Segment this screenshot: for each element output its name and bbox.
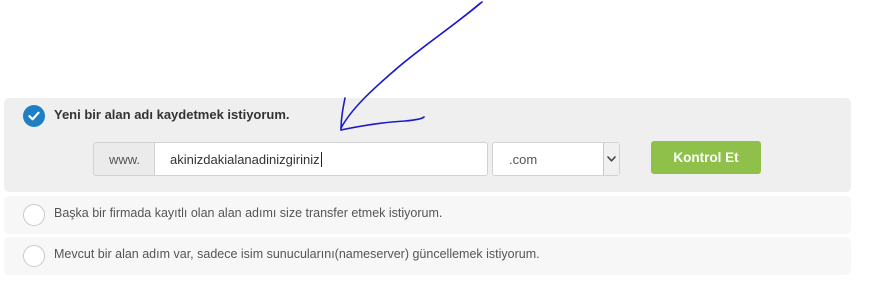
transfer-option-label: Başka bir firmada kayıtlı olan alan adım… [54, 206, 443, 220]
register-option-label: Yeni bir alan adı kaydetmek istiyorum. [54, 107, 290, 122]
nameserver-radio[interactable] [23, 245, 45, 267]
domain-name-input[interactable]: akinizdakialanadinizgiriniz [154, 142, 488, 176]
check-domain-button[interactable]: Kontrol Et [651, 141, 761, 174]
domain-input-value: akinizdakialanadinizgiriniz [170, 151, 320, 167]
tld-select[interactable]: .com [492, 142, 620, 176]
transfer-radio[interactable] [23, 204, 45, 226]
option-transfer-panel[interactable]: Başka bir firmada kayıtlı olan alan adım… [4, 196, 851, 234]
domain-options-page: Yeni bir alan adı kaydetmek istiyorum. w… [0, 0, 871, 292]
text-cursor [320, 151, 322, 167]
register-radio[interactable] [23, 105, 45, 127]
www-prefix: www. [93, 142, 155, 176]
tld-selected-value: .com [509, 152, 538, 167]
option-nameserver-panel[interactable]: Mevcut bir alan adım var, sadece isim su… [4, 237, 851, 275]
nameserver-option-label: Mevcut bir alan adım var, sadece isim su… [54, 247, 540, 261]
chevron-down-icon[interactable] [603, 143, 619, 175]
checkmark-icon [28, 111, 40, 121]
option-register-panel: Yeni bir alan adı kaydetmek istiyorum. w… [4, 98, 851, 192]
